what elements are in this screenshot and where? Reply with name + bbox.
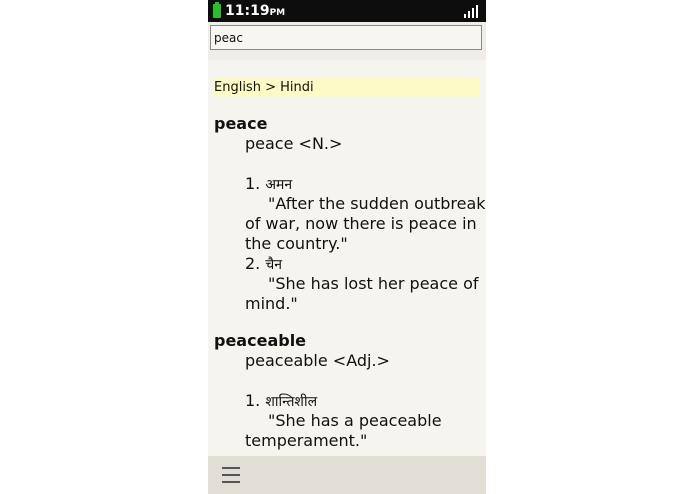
- example-line: temperament.": [245, 431, 368, 450]
- hamburger-menu-icon[interactable]: [222, 467, 240, 483]
- entry-pos-line: peaceable <Adj.>: [245, 351, 390, 370]
- language-pair-banner: English > Hindi: [214, 78, 480, 97]
- sense-line: 1. शान्तिशील: [245, 391, 317, 412]
- sense-line: 1. अमन: [245, 174, 292, 195]
- search-input[interactable]: [214, 28, 476, 47]
- example-line: mind.": [245, 294, 298, 313]
- sense-hindi-word: चैन: [265, 257, 283, 273]
- battery-icon: [213, 2, 221, 18]
- clock-ampm: PM: [269, 8, 286, 18]
- signal-strength-icon: [464, 5, 478, 18]
- search-box[interactable]: [210, 25, 482, 50]
- sense-hindi-word: शान्तिशील: [265, 394, 318, 410]
- entry-headword[interactable]: peaceable: [214, 331, 306, 350]
- language-pair-label: English > Hindi: [214, 80, 314, 95]
- search-bar: [208, 22, 486, 60]
- sense-line: 2. चैन: [245, 254, 282, 275]
- example-line: of war, now there is peace in: [245, 214, 477, 233]
- clock-time: 11:19: [225, 3, 270, 19]
- dictionary-app-screen: 11:19PM English > Hindi peace peace <N.>…: [208, 0, 486, 494]
- sense-number: 1.: [245, 391, 261, 410]
- entry-pos-line: peace <N.>: [245, 134, 343, 153]
- entry-headword[interactable]: peace: [214, 114, 267, 133]
- example-line: "After the sudden outbreak: [268, 194, 486, 213]
- example-line: the country.": [245, 234, 348, 253]
- bottom-toolbar: [208, 456, 486, 494]
- sense-hindi-word: अमन: [265, 177, 293, 193]
- sense-number: 2.: [245, 254, 261, 273]
- example-line: "She has lost her peace of: [268, 274, 479, 293]
- example-line: "She has a peaceable: [268, 411, 442, 430]
- status-bar: 11:19PM: [208, 0, 486, 22]
- results-pane[interactable]: English > Hindi peace peace <N.> 1. अमन …: [208, 60, 486, 456]
- sense-number: 1.: [245, 174, 261, 193]
- clock: 11:19PM: [225, 2, 285, 22]
